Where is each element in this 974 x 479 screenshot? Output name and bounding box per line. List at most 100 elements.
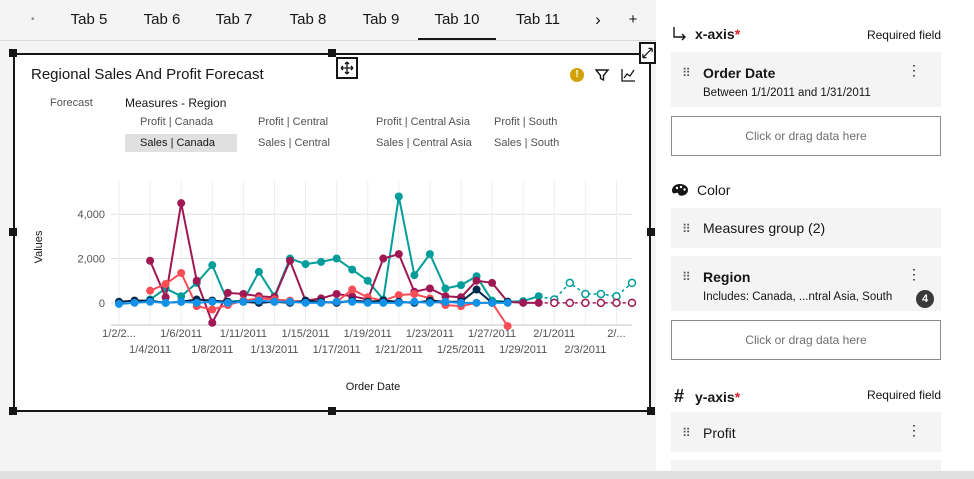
slot-filter-summary: Includes: Canada, ...ntral Asia, South	[703, 291, 893, 303]
overflow-menu-icon[interactable]: ⋮	[907, 422, 921, 439]
xaxis-dropzone[interactable]: Click or drag data here	[671, 116, 941, 156]
data-point	[270, 297, 279, 306]
forecast-point	[581, 289, 590, 299]
overflow-menu-icon[interactable]: ⋮	[907, 266, 921, 283]
tab-7[interactable]: Tab 7	[211, 0, 257, 40]
data-point	[317, 298, 326, 307]
line-chart[interactable]: 4,000 2,000 0 1/2/2... 1/6/2011 1/11/2011 1/15…	[15, 55, 649, 410]
yaxis-required-mark: *	[734, 388, 741, 405]
data-point	[177, 297, 186, 306]
xaxis-slot-order-date[interactable]: ⠿ Order Date Between 1/1/2011 and 1/31/2…	[671, 52, 941, 107]
resize-handle-left[interactable]	[9, 228, 17, 236]
tab-11[interactable]: Tab 11	[512, 0, 564, 40]
data-point	[425, 298, 434, 307]
forecast-point	[612, 298, 621, 308]
data-point	[332, 254, 341, 263]
data-point	[301, 298, 310, 307]
data-point	[286, 297, 294, 306]
series-line	[149, 196, 540, 303]
dashboard-canvas: Regional Sales And Profit Forecast ! For…	[0, 41, 656, 471]
data-point	[457, 298, 465, 307]
tab-5[interactable]: Tab 5	[66, 0, 112, 40]
yaxis-section-title: # y-axis*	[671, 386, 740, 407]
next-tab-button[interactable]: ›	[587, 8, 609, 32]
x-tick-label: 1/15/2011	[281, 328, 329, 340]
resize-handle-bottom[interactable]	[328, 407, 336, 415]
drag-handle-icon[interactable]: ⠿	[682, 270, 691, 284]
data-point	[192, 276, 201, 285]
data-point	[317, 257, 326, 266]
overflow-menu-icon[interactable]: ⋮	[907, 62, 921, 79]
y-axis-title: Values	[33, 230, 45, 263]
data-point	[519, 298, 528, 307]
forecast-point	[565, 298, 575, 308]
tab-10[interactable]: Tab 10	[418, 0, 496, 40]
x-tick-label: 1/4/2011	[129, 344, 171, 356]
data-point	[146, 297, 155, 306]
xaxis-title: x-axis	[695, 26, 735, 42]
drag-handle-icon[interactable]: ⠿	[682, 66, 691, 80]
data-point	[363, 298, 372, 307]
data-point	[332, 289, 341, 298]
data-point	[286, 256, 294, 265]
data-point	[457, 281, 465, 290]
xaxis-required-mark: *	[734, 26, 741, 42]
data-point	[254, 267, 263, 276]
move-icon	[340, 61, 354, 75]
tab-6[interactable]: Tab 6	[139, 0, 185, 40]
forecast-point	[581, 298, 590, 308]
yaxis-title: y-axis	[695, 388, 735, 405]
tab-overflow-indicator: •	[31, 14, 35, 25]
data-point	[208, 318, 217, 327]
data-point	[223, 288, 232, 297]
data-point	[425, 250, 434, 259]
add-tab-button[interactable]: +	[622, 8, 644, 32]
plus-icon: +	[628, 11, 638, 28]
expand-handle[interactable]	[639, 42, 656, 64]
x-tick-label: 2/...	[607, 328, 625, 340]
xaxis-icon	[673, 27, 686, 41]
chart-widget[interactable]: Regional Sales And Profit Forecast ! For…	[13, 53, 651, 412]
data-point	[363, 276, 372, 285]
forecast-point	[596, 298, 606, 308]
data-point	[177, 268, 186, 277]
data-point	[534, 298, 543, 307]
drag-handle-icon[interactable]: ⠿	[682, 426, 691, 440]
x-tick-label: 1/23/2011	[406, 328, 454, 340]
tab-9[interactable]: Tab 9	[358, 0, 404, 40]
y-tick-label: 2,000	[77, 254, 105, 266]
resize-handle-bottom-left[interactable]	[9, 407, 17, 415]
data-point	[472, 285, 481, 294]
palette-icon	[672, 184, 688, 196]
data-point	[254, 296, 263, 305]
resize-handle-bottom-right[interactable]	[647, 407, 655, 415]
expand-icon	[642, 47, 653, 59]
x-tick-label: 1/25/2011	[437, 344, 485, 356]
data-point	[410, 271, 419, 280]
data-point	[488, 298, 497, 307]
data-point	[208, 261, 217, 270]
drag-handle-icon[interactable]: ⠿	[682, 222, 691, 236]
data-point	[441, 297, 450, 306]
move-handle[interactable]	[336, 57, 358, 79]
yaxis-slot-profit[interactable]: ⠿ Profit ⋮	[671, 412, 941, 452]
resize-handle-top[interactable]	[328, 49, 336, 57]
slot-name: Measures group (2)	[703, 220, 826, 236]
resize-handle-top-left[interactable]	[9, 49, 17, 57]
tab-8[interactable]: Tab 8	[285, 0, 331, 40]
color-slot-region[interactable]: ⠿ Region Includes: Canada, ...ntral Asia…	[671, 256, 941, 311]
data-point	[177, 199, 186, 208]
hash-icon: #	[673, 386, 684, 406]
color-dropzone[interactable]: Click or drag data here	[671, 320, 941, 360]
x-tick-label: 1/2/2...	[102, 328, 136, 340]
resize-handle-right[interactable]	[647, 228, 655, 236]
y-tick-label: 0	[99, 298, 105, 310]
data-point	[503, 322, 512, 331]
data-point	[208, 297, 217, 306]
x-tick-label: 2/3/2011	[564, 344, 606, 356]
color-slot-measures-group[interactable]: ⠿ Measures group (2)	[671, 208, 941, 248]
slot-name: Region	[703, 269, 751, 285]
horizontal-scrollbar[interactable]	[0, 471, 974, 479]
xaxis-section-title: x-axis*	[671, 26, 740, 42]
tab-bar: • Tab 5 Tab 6 Tab 7 Tab 8 Tab 9 Tab 10 T…	[0, 0, 656, 41]
